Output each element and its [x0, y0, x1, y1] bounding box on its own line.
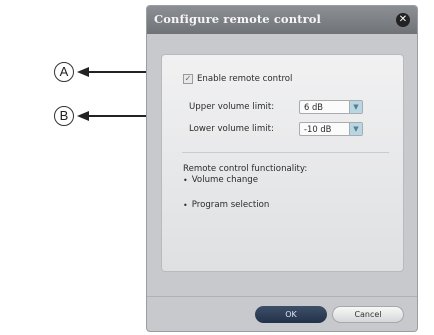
functionality-item: • Volume change — [183, 175, 258, 185]
upper-volume-value: 6 dB — [304, 102, 324, 112]
close-icon[interactable]: ✕ — [396, 13, 410, 27]
lower-volume-value: -10 dB — [304, 124, 332, 134]
dialog-titlebar: Configure remote control ✕ — [147, 6, 417, 34]
settings-panel: ✓ Enable remote control Upper volume lim… — [161, 54, 404, 272]
functionality-item-label: Program selection — [191, 200, 270, 210]
callout-b: B — [54, 106, 74, 126]
dialog-title: Configure remote control — [154, 12, 321, 26]
upper-volume-label: Upper volume limit: — [189, 102, 275, 112]
divider — [182, 152, 389, 153]
dialog-footer: OK Cancel — [147, 296, 417, 331]
bullet-icon: • — [183, 175, 188, 185]
enable-remote-control-row[interactable]: ✓ Enable remote control — [183, 74, 292, 84]
upper-volume-row: Upper volume limit: 6 dB ▼ — [189, 100, 363, 114]
configure-remote-control-dialog: Configure remote control ✕ ✓ Enable remo… — [146, 5, 418, 332]
bullet-icon: • — [183, 200, 188, 210]
functionality-item: • Program selection — [183, 200, 269, 210]
lower-volume-row: Lower volume limit: -10 dB ▼ — [189, 122, 363, 136]
lower-volume-select[interactable]: -10 dB ▼ — [299, 122, 363, 136]
callout-a-arrowhead — [77, 67, 89, 77]
functionality-title: Remote control functionality: — [183, 164, 308, 174]
enable-remote-control-label: Enable remote control — [197, 74, 293, 84]
enable-remote-control-checkbox[interactable]: ✓ — [183, 74, 193, 84]
chevron-down-icon[interactable]: ▼ — [349, 101, 362, 113]
callout-b-arrowhead — [77, 111, 89, 121]
ok-button[interactable]: OK — [255, 306, 327, 323]
upper-volume-select[interactable]: 6 dB ▼ — [299, 100, 363, 114]
chevron-down-icon[interactable]: ▼ — [349, 123, 362, 135]
functionality-item-label: Volume change — [191, 175, 259, 185]
lower-volume-label: Lower volume limit: — [189, 124, 274, 134]
cancel-button[interactable]: Cancel — [332, 306, 404, 323]
callout-a: A — [54, 62, 74, 82]
